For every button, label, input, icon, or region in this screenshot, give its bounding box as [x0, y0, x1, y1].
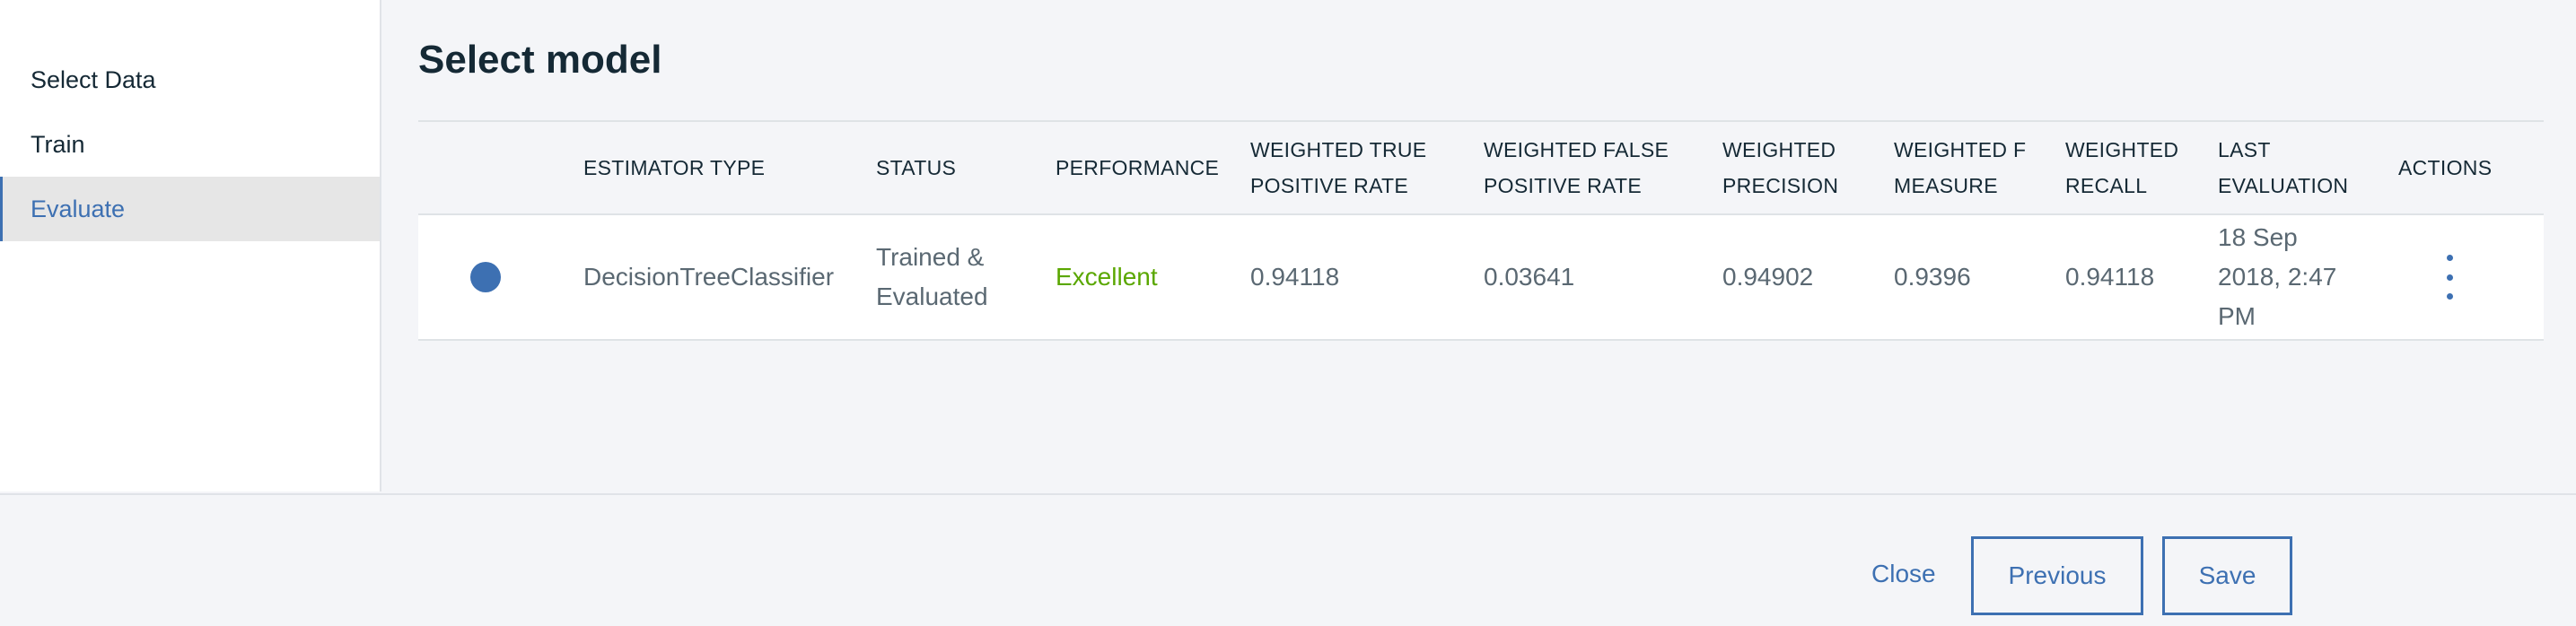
header-actions: ACTIONS [2398, 156, 2493, 179]
models-table: ESTIMATOR TYPE STATUS PERFORMANCE WEIGHT… [418, 120, 2544, 341]
header-last-evaluation[interactable]: LAST EVALUATION [2218, 122, 2348, 213]
cell-weighted-tpr: 0.94118 [1250, 263, 1340, 291]
cell-status: Trained & Evaluated [876, 243, 988, 310]
header-status[interactable]: STATUS [876, 122, 956, 213]
sidebar-item-train[interactable]: Train [0, 112, 380, 177]
cell-weighted-f-measure: 0.9396 [1894, 263, 1971, 291]
header-weighted-recall[interactable]: WEIGHTED RECALL [2065, 122, 2178, 213]
page-title: Select model [418, 38, 662, 82]
sidebar-item-select-data[interactable]: Select Data [0, 48, 380, 112]
cell-last-evaluation: 18 Sep 2018, 2:47 PM [2218, 223, 2337, 330]
cell-weighted-precision: 0.94902 [1722, 263, 1814, 291]
header-weighted-fpr[interactable]: WEIGHTED FALSE POSITIVE RATE [1484, 122, 1669, 213]
header-estimator-type[interactable]: ESTIMATOR TYPE [583, 122, 765, 213]
overflow-menu-icon[interactable] [2439, 255, 2460, 300]
header-weighted-precision[interactable]: WEIGHTED PRECISION [1722, 122, 1838, 213]
sidebar-item-evaluate[interactable]: Evaluate [0, 177, 380, 241]
main-panel: Select model ESTIMATOR TYPE STATUS PERFO… [381, 0, 2576, 491]
sidebar-item-label: Train [31, 130, 85, 158]
sidebar: Select Data Train Evaluate [0, 0, 381, 491]
cell-performance: Excellent [1056, 263, 1158, 291]
previous-button[interactable]: Previous [1971, 536, 2143, 615]
header-weighted-f-measure[interactable]: WEIGHTED F MEASURE [1894, 122, 2026, 213]
cell-weighted-recall: 0.94118 [2065, 263, 2155, 291]
cell-weighted-fpr: 0.03641 [1484, 263, 1575, 291]
footer: Close Previous Save [0, 493, 2576, 626]
save-button[interactable]: Save [2162, 536, 2292, 615]
radio-selected-icon[interactable] [470, 262, 501, 292]
table-row[interactable]: DecisionTreeClassifier Trained & Evaluat… [418, 215, 2544, 341]
table-header: ESTIMATOR TYPE STATUS PERFORMANCE WEIGHT… [418, 122, 2544, 215]
header-weighted-tpr[interactable]: WEIGHTED TRUE POSITIVE RATE [1250, 122, 1426, 213]
header-performance[interactable]: PERFORMANCE [1056, 122, 1219, 213]
sidebar-item-label: Evaluate [31, 195, 126, 222]
cell-estimator-type: DecisionTreeClassifier [583, 263, 835, 291]
close-button[interactable]: Close [1871, 560, 1936, 588]
sidebar-item-label: Select Data [31, 65, 156, 93]
